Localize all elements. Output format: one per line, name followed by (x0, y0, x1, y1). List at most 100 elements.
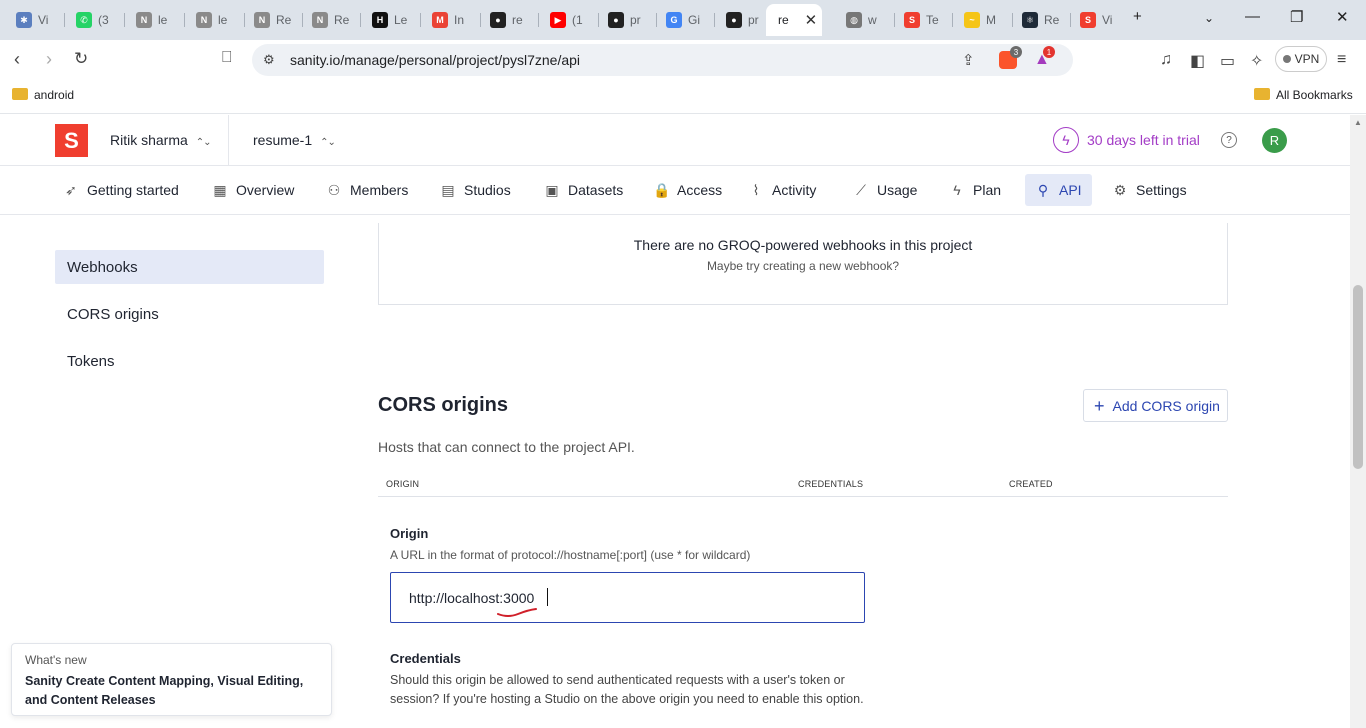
column-header-credentials: CREDENTIALS (798, 479, 864, 489)
nav-item-getting-started[interactable]: ➶ Getting started (53, 174, 189, 206)
nav-item-plan[interactable]: ϟ Plan (939, 174, 1011, 206)
webhooks-empty-hint: Maybe try creating a new webhook? (706, 259, 900, 273)
nav-item-label: Getting started (87, 182, 179, 198)
browser-tab[interactable]: N Re (300, 4, 356, 36)
sidebar-icon[interactable]: ◧ (1190, 51, 1205, 71)
browser-tab[interactable]: ◍ w (834, 4, 890, 36)
reload-icon[interactable]: ↻ (74, 49, 88, 69)
browser-tab[interactable]: S Vi (1068, 4, 1124, 36)
browser-tab[interactable]: ● pr (714, 4, 762, 36)
tab-label: le (158, 13, 168, 27)
page-scrollbar[interactable]: ▲ (1350, 115, 1366, 728)
sanity-logo[interactable]: S (55, 124, 88, 157)
rocket-icon: ➶ (65, 181, 77, 198)
menu-icon[interactable]: ≡ (1337, 51, 1346, 69)
browser-tab[interactable]: ✱ Vi (4, 4, 60, 36)
browser-tab[interactable]: ✆ (3 (64, 4, 120, 36)
browser-tab[interactable]: M In (420, 4, 476, 36)
browser-tab[interactable]: ~ M (952, 4, 1008, 36)
back-icon[interactable]: ‹ (14, 49, 20, 70)
nav-item-access[interactable]: 🔒 Access (643, 174, 732, 206)
nav-item-api[interactable]: ⚲ API (1025, 174, 1092, 206)
studios-icon: ▤ (441, 181, 455, 198)
sidebar-item-webhooks[interactable]: Webhooks (55, 250, 324, 284)
browser-tab[interactable]: G Gi (654, 4, 710, 36)
all-bookmarks-button[interactable]: All Bookmarks (1254, 88, 1353, 102)
project-switcher[interactable]: resume-1 ⌃⌄ (253, 132, 336, 148)
forward-icon[interactable]: › (46, 49, 52, 70)
origin-input[interactable] (390, 572, 865, 623)
add-cors-origin-button[interactable]: + Add CORS origin (1083, 389, 1228, 422)
tab-label: Gi (688, 13, 700, 27)
nav-item-overview[interactable]: ▦ Overview (202, 174, 304, 206)
app-header: S Ritik sharma ⌃⌄ resume-1 ⌃⌄ ϟ 30 days le… (0, 115, 1350, 166)
whats-new-kicker: What's new (25, 653, 87, 667)
tab-favicon-icon: ~ (964, 12, 980, 28)
address-bar[interactable]: ⚙ sanity.io/manage/personal/project/pysl… (252, 44, 1073, 76)
restore-icon[interactable]: ❐ (1290, 8, 1303, 26)
tab-label: Vi (1102, 13, 1113, 27)
minimize-icon[interactable]: — (1245, 8, 1260, 25)
nav-item-studios[interactable]: ▤ Studios (430, 174, 521, 206)
site-settings-icon[interactable]: ⚙ (263, 52, 275, 68)
tab-search-icon[interactable]: ⌄ (1204, 11, 1214, 25)
whats-new-card[interactable]: What's new Sanity Create Content Mapping… (11, 643, 332, 716)
bookmark-icon[interactable]: ⎕ (222, 49, 232, 67)
tab-favicon-icon: ✱ (16, 12, 32, 28)
nav-item-activity[interactable]: ⌇ Activity (738, 174, 826, 206)
chevron-updown-icon: ⌃⌄ (195, 137, 212, 148)
scrollbar-thumb[interactable] (1353, 285, 1363, 469)
avatar[interactable]: R (1262, 128, 1287, 153)
browser-tab[interactable]: ▶ (1 (538, 4, 594, 36)
sidebar-item-tokens[interactable]: Tokens (55, 344, 324, 378)
vpn-button[interactable]: VPN (1275, 46, 1327, 72)
browser-tab[interactable]: ● pr (596, 4, 652, 36)
sidebar-item-cors-origins[interactable]: CORS origins (55, 297, 324, 331)
browser-tab[interactable]: Nle (124, 4, 180, 36)
window-close-icon[interactable]: ✕ (1336, 8, 1349, 26)
browser-tab[interactable]: H Le (360, 4, 416, 36)
trial-badge[interactable]: ϟ 30 days left in trial (1053, 127, 1200, 153)
share-icon[interactable]: ⇪ (962, 51, 975, 69)
webhooks-empty-state: There are no GROQ-powered webhooks in th… (378, 223, 1228, 305)
bookmark-label: All Bookmarks (1276, 88, 1353, 102)
media-icon[interactable]: ♫ (1160, 51, 1172, 69)
nav-item-label: Usage (877, 182, 918, 198)
tab-favicon-icon: N (254, 12, 270, 28)
nav-item-label: Settings (1136, 182, 1187, 198)
wallet-icon[interactable]: ▭ (1220, 51, 1235, 71)
rewards-badge: 1 (1043, 46, 1055, 58)
browser-tab[interactable]: ● re (478, 4, 534, 36)
new-tab-button[interactable]: + (1133, 8, 1142, 25)
org-switcher[interactable]: Ritik sharma ⌃⌄ (110, 132, 212, 148)
scroll-up-icon[interactable]: ▲ (1354, 118, 1362, 127)
bookmark-folder-android[interactable]: android (12, 88, 74, 102)
browser-tab[interactable]: Nle (184, 4, 240, 36)
tab-favicon-icon: S (1080, 12, 1096, 28)
tab-favicon-icon: N (196, 12, 212, 28)
url-text[interactable]: sanity.io/manage/personal/project/pysl7z… (290, 52, 580, 68)
cors-table-header: ORIGIN CREDENTIALS CREATED (378, 476, 1228, 497)
nav-item-members[interactable]: ⚇ Members (316, 174, 418, 206)
nav-item-usage[interactable]: ⟋ Usage (843, 174, 927, 206)
tab-close-icon[interactable]: ✕ (805, 11, 818, 29)
vpn-status-icon (1282, 55, 1291, 63)
whats-new-headline[interactable]: Sanity Create Content Mapping, Visual Ed… (25, 672, 318, 710)
project-nav: ➶ Getting started ▦ Overview ⚇ Members ▤ Studio… (0, 166, 1350, 215)
nav-item-label: Plan (973, 182, 1002, 198)
browser-tab[interactable]: re ✕ (766, 4, 822, 36)
origin-help-text: A URL in the format of protocol://hostna… (390, 548, 751, 562)
nav-item-settings[interactable]: ⚙ Settings (1102, 174, 1197, 206)
tab-favicon-icon: ◍ (846, 12, 862, 28)
browser-tab[interactable]: N Re (242, 4, 298, 36)
activity-icon: ⌇ (752, 181, 760, 198)
leo-ai-icon[interactable]: ✧ (1250, 51, 1263, 71)
tab-label: Re (276, 13, 292, 27)
credentials-label: Credentials (390, 651, 461, 666)
nav-item-datasets[interactable]: ▣ Datasets (534, 174, 633, 206)
gear-icon: ⚙ (1113, 181, 1127, 198)
help-icon[interactable]: ? (1221, 132, 1237, 148)
tab-label: Vi (38, 13, 49, 27)
browser-tab[interactable]: ⚛ Re (1010, 4, 1066, 36)
browser-tab[interactable]: S Te (892, 4, 948, 36)
